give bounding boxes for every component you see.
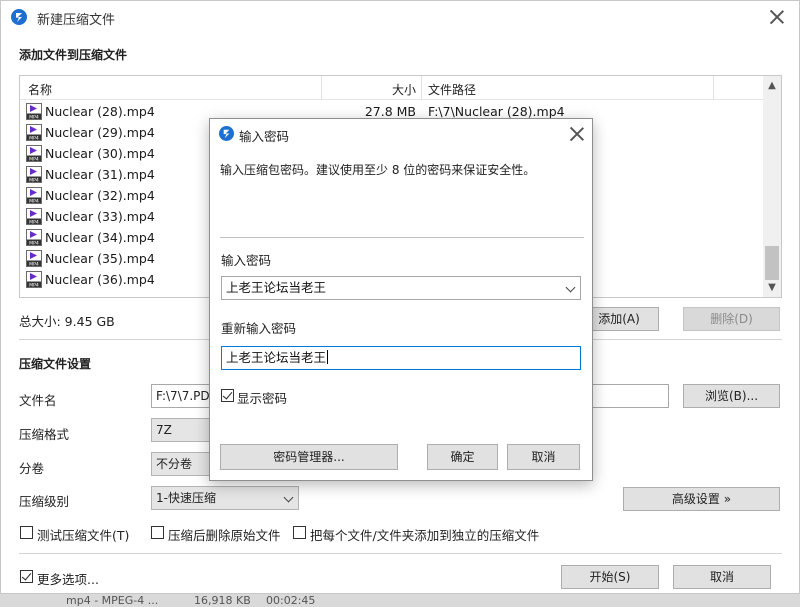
file-name: Nuclear (32).mp4 bbox=[45, 188, 155, 203]
show-password-label[interactable]: 显示密码 bbox=[237, 388, 287, 407]
svg-text:MP4: MP4 bbox=[29, 177, 39, 183]
column-divider[interactable] bbox=[321, 76, 322, 100]
split-label: 分卷 bbox=[19, 461, 45, 476]
svg-text:MP4: MP4 bbox=[29, 282, 39, 288]
cancel-button[interactable]: 取消 bbox=[673, 565, 771, 589]
mp4-file-icon: MP4 bbox=[26, 250, 42, 267]
file-size: 27.8 MB bbox=[364, 104, 416, 119]
file-name: Nuclear (31).mp4 bbox=[45, 167, 155, 182]
file-name: Nuclear (33).mp4 bbox=[45, 209, 155, 224]
file-list-scrollbar[interactable]: ▲ ▼ bbox=[763, 76, 781, 297]
advanced-settings-button[interactable]: 高级设置 » bbox=[623, 487, 780, 511]
separate-archives-checkbox[interactable] bbox=[293, 526, 306, 539]
mp4-file-icon: MP4 bbox=[26, 187, 42, 204]
file-name: Nuclear (35).mp4 bbox=[45, 251, 155, 266]
mp4-file-icon: MP4 bbox=[26, 145, 42, 162]
text-caret bbox=[327, 350, 329, 364]
test-archive-label[interactable]: 测试压缩文件(T) bbox=[37, 525, 129, 544]
delete-source-checkbox[interactable] bbox=[151, 526, 164, 539]
bg-file-duration: 00:02:45 bbox=[266, 594, 316, 607]
separate-archives-label[interactable]: 把每个文件/文件夹添加到独立的压缩文件 bbox=[310, 525, 539, 544]
dialog-title: 输入密码 bbox=[239, 129, 290, 144]
window-close-icon[interactable] bbox=[769, 9, 785, 25]
delete-source-label[interactable]: 压缩后删除原始文件 bbox=[168, 525, 281, 544]
file-path: F:\7\Nuclear (28).mp4 bbox=[428, 104, 565, 119]
confirm-password-label: 重新输入密码 bbox=[221, 321, 297, 336]
svg-text:MP4: MP4 bbox=[29, 135, 39, 141]
browse-button[interactable]: 浏览(B)... bbox=[683, 384, 780, 408]
list-header: 名称 大小 文件路径 bbox=[20, 76, 763, 100]
password-value: 上老王论坛当老王 bbox=[226, 280, 327, 295]
scrollbar-thumb[interactable] bbox=[765, 246, 779, 280]
svg-text:MP4: MP4 bbox=[29, 114, 39, 120]
column-name[interactable]: 名称 bbox=[28, 81, 52, 98]
ok-button[interactable]: 确定 bbox=[427, 444, 498, 470]
level-value: 1-快速压缩 bbox=[156, 491, 216, 505]
level-select[interactable]: 1-快速压缩 bbox=[151, 486, 299, 510]
divider bbox=[19, 553, 782, 554]
title-bar: 新建压缩文件 bbox=[1, 1, 799, 33]
svg-text:MP4: MP4 bbox=[29, 156, 39, 162]
settings-section-title: 压缩文件设置 bbox=[19, 357, 92, 371]
mp4-file-icon: MP4 bbox=[26, 229, 42, 246]
password-input[interactable]: 上老王论坛当老王 bbox=[221, 276, 581, 300]
app-logo-icon bbox=[219, 126, 234, 141]
password-dialog: 输入密码 输入压缩包密码。建议使用至少 8 位的密码来保证安全性。 输入密码 上… bbox=[209, 118, 593, 481]
password-manager-button[interactable]: 密码管理器... bbox=[220, 444, 398, 470]
more-options-checkbox[interactable] bbox=[20, 570, 33, 583]
chevron-down-icon[interactable] bbox=[565, 282, 576, 293]
mp4-file-icon: MP4 bbox=[26, 124, 42, 141]
column-divider[interactable] bbox=[421, 76, 422, 100]
bg-file-type: mp4 - MPEG-4 ... bbox=[66, 594, 159, 607]
filename-label: 文件名 bbox=[19, 393, 57, 408]
format-value: 7Z bbox=[156, 423, 172, 437]
format-label: 压缩格式 bbox=[19, 427, 70, 442]
confirm-password-input[interactable]: 上老王论坛当老王 bbox=[221, 346, 581, 370]
start-button[interactable]: 开始(S) bbox=[561, 565, 659, 589]
column-divider[interactable] bbox=[713, 76, 714, 100]
file-name: Nuclear (36).mp4 bbox=[45, 272, 155, 287]
column-path[interactable]: 文件路径 bbox=[428, 81, 476, 98]
file-name: Nuclear (30).mp4 bbox=[45, 146, 155, 161]
mp4-file-icon: MP4 bbox=[26, 166, 42, 183]
mp4-file-icon: MP4 bbox=[26, 271, 42, 288]
svg-text:MP4: MP4 bbox=[29, 219, 39, 225]
dialog-close-icon[interactable] bbox=[569, 126, 585, 142]
dialog-cancel-button[interactable]: 取消 bbox=[507, 444, 580, 470]
file-name: Nuclear (28).mp4 bbox=[45, 104, 155, 119]
mp4-file-icon: MP4 bbox=[26, 103, 42, 120]
password-label: 输入密码 bbox=[221, 253, 272, 268]
scroll-up-icon[interactable]: ▲ bbox=[767, 81, 777, 91]
bg-file-size: 16,918 KB bbox=[194, 594, 251, 607]
delete-button[interactable]: 删除(D) bbox=[683, 307, 780, 331]
confirm-password-value: 上老王论坛当老王 bbox=[226, 350, 327, 365]
file-name: Nuclear (34).mp4 bbox=[45, 230, 155, 245]
divider bbox=[220, 237, 584, 238]
add-files-section-title: 添加文件到压缩文件 bbox=[19, 48, 128, 62]
total-size: 总大小: 9.45 GB bbox=[19, 314, 115, 329]
scroll-down-icon[interactable]: ▼ bbox=[767, 283, 777, 293]
svg-text:MP4: MP4 bbox=[29, 240, 39, 246]
level-label: 压缩级别 bbox=[19, 494, 70, 509]
file-name: Nuclear (29).mp4 bbox=[45, 125, 155, 140]
svg-text:MP4: MP4 bbox=[29, 198, 39, 204]
chevron-down-icon bbox=[283, 492, 294, 503]
window-title: 新建压缩文件 bbox=[37, 13, 116, 28]
app-logo-icon bbox=[11, 9, 27, 25]
svg-text:MP4: MP4 bbox=[29, 261, 39, 267]
column-size[interactable]: 大小 bbox=[392, 81, 416, 98]
show-password-checkbox[interactable] bbox=[221, 389, 234, 402]
mp4-file-icon: MP4 bbox=[26, 208, 42, 225]
more-options-label[interactable]: 更多选项... bbox=[37, 569, 99, 588]
dialog-description: 输入压缩包密码。建议使用至少 8 位的密码来保证安全性。 bbox=[220, 163, 536, 177]
split-value: 不分卷 bbox=[156, 457, 193, 471]
test-archive-checkbox[interactable] bbox=[20, 526, 33, 539]
